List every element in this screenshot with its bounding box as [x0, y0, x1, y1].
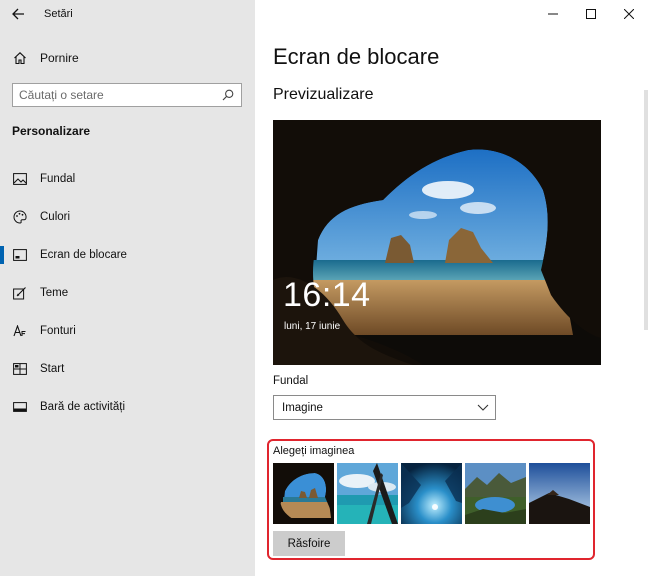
- fonts-icon: [12, 323, 28, 339]
- lock-screen-preview: 16:14 luni, 17 iunie: [273, 120, 601, 365]
- sidebar-item-label: Ecran de blocare: [40, 249, 127, 261]
- image-icon: [12, 171, 28, 187]
- sidebar-nav: Fundal Culori Ecran de blocare Teme Font…: [0, 160, 255, 426]
- background-dropdown-value: Imagine: [282, 401, 323, 414]
- preview-title: Previzualizare: [273, 86, 374, 103]
- sidebar-item-lock-screen[interactable]: Ecran de blocare: [0, 236, 255, 274]
- sidebar: Setări Pornire Personalizare Fundal Culo…: [0, 0, 255, 576]
- background-dropdown[interactable]: Imagine: [273, 395, 496, 420]
- close-button[interactable]: [610, 0, 648, 28]
- sidebar-item-home[interactable]: Pornire: [0, 44, 255, 72]
- minimize-button[interactable]: [534, 0, 572, 28]
- sidebar-item-label: Fundal: [40, 173, 76, 185]
- sidebar-item-themes[interactable]: Teme: [0, 274, 255, 312]
- sidebar-item-fonts[interactable]: Fonturi: [0, 312, 255, 350]
- thumbnail-beach-sail[interactable]: [337, 463, 398, 524]
- thumbnail-desert-sky[interactable]: [529, 463, 590, 524]
- section-title: Personalizare: [12, 124, 91, 138]
- maximize-icon: [586, 9, 596, 19]
- lock-screen-icon: [12, 247, 28, 263]
- home-icon: [12, 50, 28, 66]
- window-controls: [534, 0, 648, 28]
- preview-date: luni, 17 iunie: [284, 321, 341, 332]
- back-button[interactable]: [0, 0, 36, 28]
- thumbnail-cave-beach[interactable]: [273, 463, 334, 524]
- sidebar-item-label: Fonturi: [40, 325, 76, 337]
- search-input[interactable]: [19, 88, 221, 102]
- choose-image-label: Alegeți imaginea: [273, 445, 355, 457]
- page-title: Ecran de blocare: [273, 44, 440, 69]
- sidebar-item-start[interactable]: Start: [0, 350, 255, 388]
- maximize-button[interactable]: [572, 0, 610, 28]
- thumbnail-mountain-lake[interactable]: [465, 463, 526, 524]
- background-label: Fundal: [273, 375, 309, 387]
- image-thumbnails: [273, 463, 590, 524]
- browse-button[interactable]: Răsfoire: [273, 531, 345, 556]
- search-box[interactable]: [12, 83, 242, 107]
- app-title: Setări: [44, 8, 73, 20]
- themes-icon: [12, 285, 28, 301]
- minimize-icon: [548, 13, 558, 15]
- start-icon: [12, 361, 28, 377]
- sidebar-item-label: Start: [40, 363, 65, 375]
- search-icon[interactable]: [221, 88, 235, 102]
- titlebar: Setări: [0, 0, 255, 28]
- sidebar-item-taskbar[interactable]: Bară de activități: [0, 388, 255, 426]
- sidebar-item-label: Teme: [40, 287, 69, 299]
- close-icon: [624, 9, 634, 19]
- sidebar-item-label: Bară de activități: [40, 401, 126, 413]
- sidebar-item-label: Culori: [40, 211, 71, 223]
- preview-clock: 16:14: [283, 276, 371, 314]
- palette-icon: [12, 209, 28, 225]
- thumbnail-ice-cave[interactable]: [401, 463, 462, 524]
- back-arrow-icon: [11, 8, 24, 20]
- chevron-down-icon: [471, 404, 495, 411]
- scrollbar[interactable]: [644, 90, 648, 330]
- sidebar-item-home-label: Pornire: [40, 51, 79, 65]
- sidebar-item-colors[interactable]: Culori: [0, 198, 255, 236]
- sidebar-item-background[interactable]: Fundal: [0, 160, 255, 198]
- taskbar-icon: [12, 399, 28, 415]
